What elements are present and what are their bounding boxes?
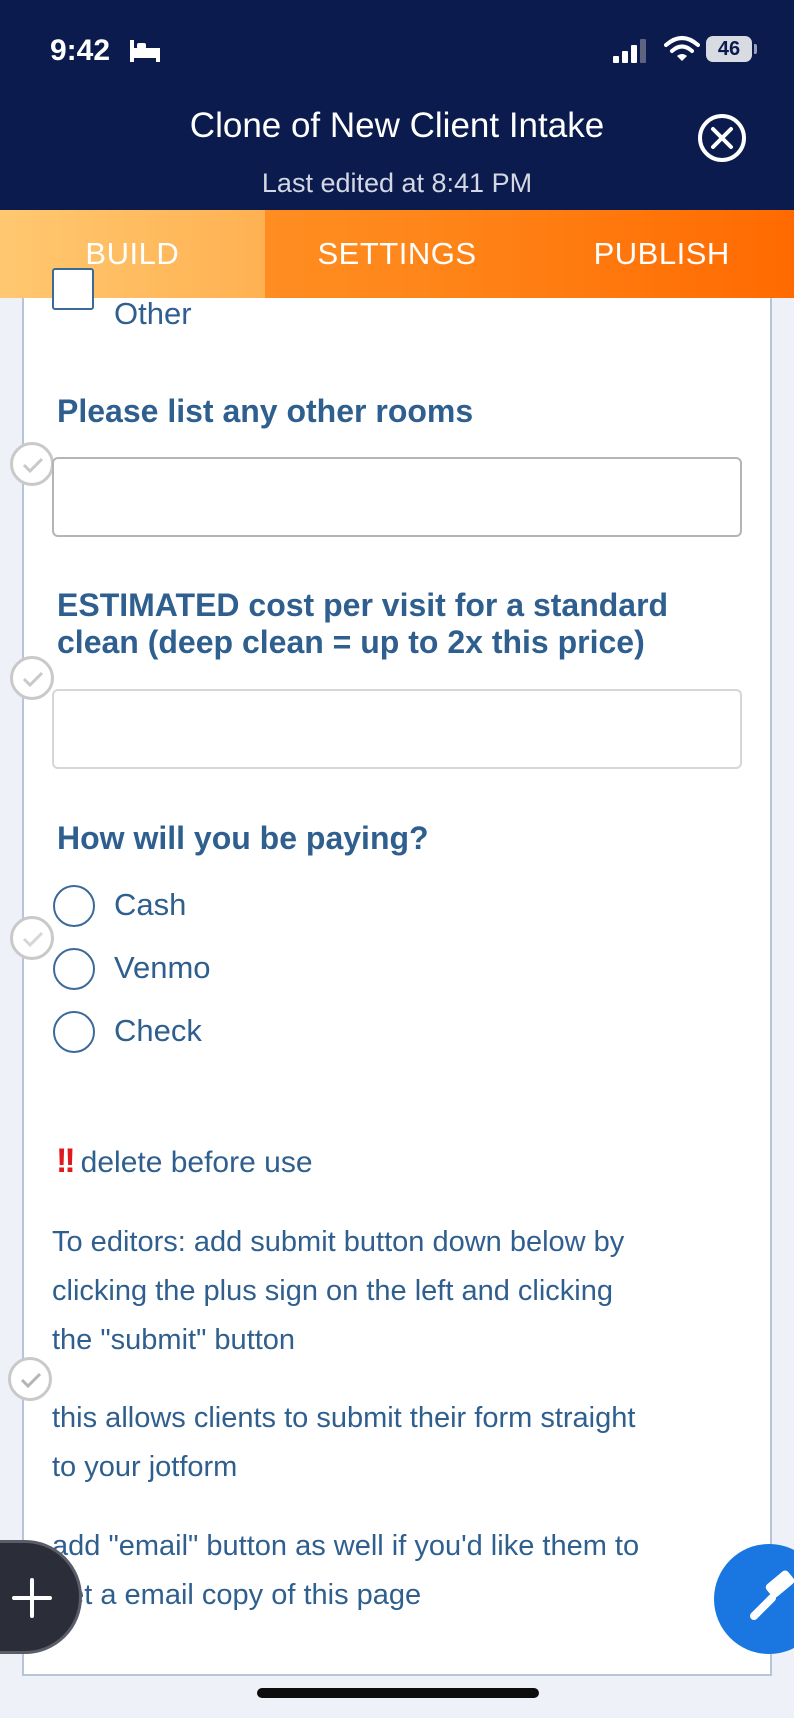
submit-info-paragraph: this allows clients to submit their form… (52, 1394, 732, 1492)
double-exclamation-icon: !! (56, 1142, 76, 1180)
plus-icon (12, 1578, 52, 1618)
tab-bar: BUILD SETTINGS PUBLISH (0, 210, 794, 298)
bed-icon (130, 40, 160, 62)
field-check-icon (10, 442, 54, 486)
paragraph-line: the "submit" button (52, 1324, 296, 1356)
radio-venmo[interactable] (53, 948, 95, 990)
battery-icon: 46 (706, 36, 752, 62)
form-title: Clone of New Client Intake (189, 106, 605, 145)
paragraph-line: to your jotform (52, 1451, 238, 1483)
checkbox-other[interactable] (52, 268, 94, 310)
close-icon (711, 127, 733, 149)
app-header: 9:42 46 Clone of New Client Intake Last … (0, 0, 794, 210)
home-indicator (257, 1688, 539, 1698)
last-edited: Last edited at 8:41 PM (261, 168, 533, 198)
radio-label-venmo: Venmo (114, 950, 211, 985)
close-button[interactable] (698, 114, 746, 162)
field-check-icon (8, 1357, 52, 1401)
warning-note: !! delete before use (56, 1142, 313, 1181)
cost-input[interactable] (52, 689, 742, 769)
checkbox-label-other: Other (114, 296, 192, 331)
field-check-icon (10, 656, 54, 700)
field-check-icon (10, 916, 54, 960)
tab-settings[interactable]: SETTINGS (265, 210, 530, 298)
paragraph-line: clicking the plus sign on the left and c… (52, 1275, 613, 1307)
paint-roller-icon (750, 1570, 794, 1620)
cellular-signal-icon (613, 39, 646, 63)
email-info-paragraph: add "email" button as well if you'd like… (52, 1522, 732, 1620)
question-rooms-label: Please list any other rooms (57, 393, 474, 429)
editor-note-paragraph: To editors: add submit button down below… (52, 1218, 732, 1365)
radio-label-cash: Cash (114, 887, 187, 922)
wifi-icon (664, 36, 700, 61)
battery-tip (754, 44, 757, 54)
warning-text: delete before use (80, 1146, 313, 1179)
tab-build[interactable]: BUILD (0, 210, 265, 298)
paragraph-line: get a email copy of this page (52, 1579, 422, 1611)
status-time: 9:42 (50, 34, 111, 67)
question-cost-label-line2: clean (deep clean = up to 2x this price) (57, 624, 645, 660)
paragraph-line: To editors: add submit button down below… (52, 1226, 625, 1258)
paragraph-line: this allows clients to submit their form… (52, 1402, 636, 1434)
question-cost-label-line1: ESTIMATED cost per visit for a standard (57, 587, 669, 623)
rooms-input[interactable] (52, 457, 742, 537)
tab-publish[interactable]: PUBLISH (529, 210, 794, 298)
radio-label-check: Check (114, 1013, 202, 1048)
radio-cash[interactable] (53, 885, 95, 927)
radio-check[interactable] (53, 1011, 95, 1053)
paragraph-line: add "email" button as well if you'd like… (52, 1530, 640, 1562)
question-payment-label: How will you be paying? (57, 820, 429, 856)
